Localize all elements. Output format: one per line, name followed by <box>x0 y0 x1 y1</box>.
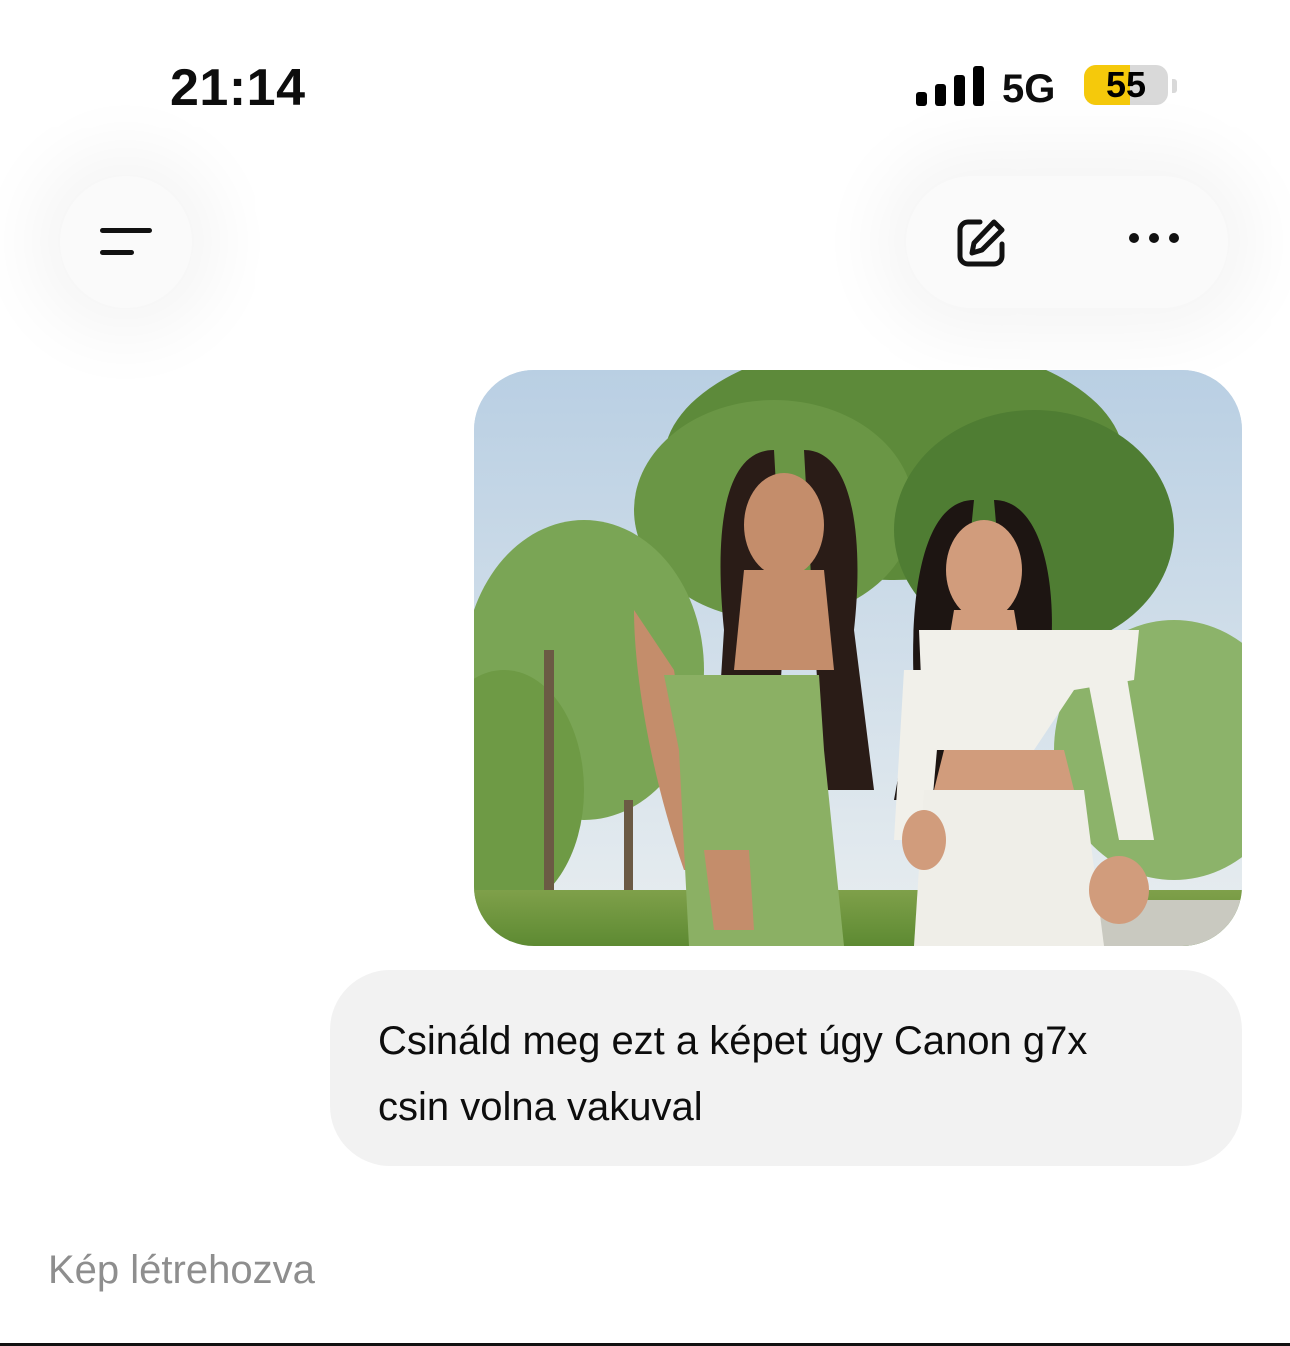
ellipsis-icon <box>1129 233 1179 243</box>
new-chat-edit-icon <box>957 219 1005 267</box>
battery-tip <box>1172 79 1177 93</box>
header-actions <box>906 176 1228 308</box>
battery-level: 55 <box>1105 65 1147 105</box>
image-created-status: Kép létrehozva <box>48 1248 315 1292</box>
sidebar-menu-button[interactable] <box>60 176 192 308</box>
attached-photo[interactable] <box>474 370 1242 946</box>
network-type: 5G <box>1002 67 1056 111</box>
attached-photo-illustration <box>474 370 1242 946</box>
user-message-text: Csináld meg ezt a képet úgy Canon g7x cs… <box>378 1019 1088 1129</box>
status-time: 21:14 <box>170 59 306 117</box>
user-message-bubble[interactable]: Csináld meg ezt a képet úgy Canon g7x cs… <box>330 970 1242 1166</box>
sidebar-menu-icon <box>100 228 152 255</box>
battery-icon: 55 <box>1084 65 1168 105</box>
signal-strength-icon <box>914 66 984 106</box>
more-options-button[interactable] <box>1110 200 1196 286</box>
new-chat-button[interactable] <box>938 200 1024 286</box>
